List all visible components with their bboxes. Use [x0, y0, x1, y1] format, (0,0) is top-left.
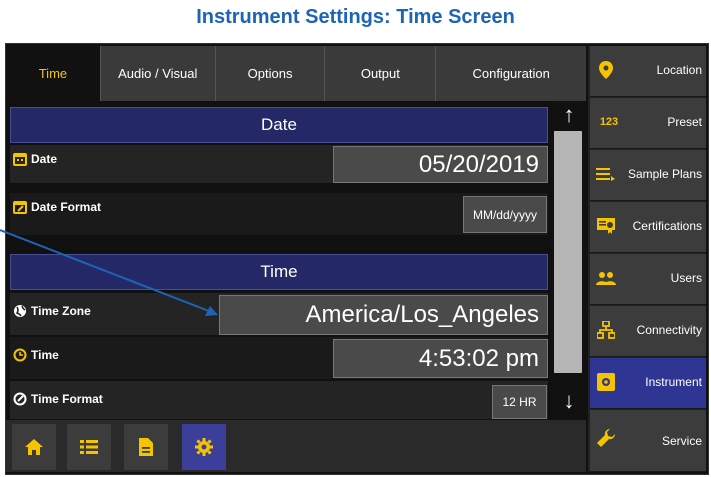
time-zone-label: Time Zone — [31, 304, 91, 318]
time-zone-field[interactable]: America/Los_Angeles — [219, 295, 548, 335]
side-item-certifications[interactable]: Certifications — [590, 202, 706, 253]
date-section-header: Date — [10, 107, 548, 143]
side-item-label: Instrument — [645, 375, 702, 389]
side-item-label: Users — [670, 271, 702, 285]
side-item-label: Certifications — [632, 219, 702, 233]
tab-configuration[interactable]: Configuration — [436, 46, 586, 101]
users-icon — [596, 268, 616, 288]
time-format-field[interactable]: 12 HR — [492, 385, 547, 419]
side-item-preset[interactable]: 123 Preset — [590, 98, 706, 149]
tab-options[interactable]: Options — [215, 46, 326, 101]
scroll-down-arrow-icon[interactable]: ↓ — [556, 388, 582, 414]
globe-icon — [12, 303, 28, 319]
time-label: Time — [31, 348, 59, 362]
side-item-connectivity[interactable]: Connectivity — [590, 306, 706, 357]
date-format-field[interactable]: MM/dd/yyyy — [463, 196, 547, 233]
side-item-instrument[interactable]: Instrument — [590, 358, 706, 409]
settings-button[interactable] — [182, 424, 226, 470]
scroll-up-arrow-icon[interactable]: ↑ — [556, 102, 582, 128]
list-icon — [80, 440, 98, 454]
time-format-row: Time Format — [10, 381, 548, 419]
side-item-label: Location — [656, 63, 702, 77]
location-pin-icon — [596, 60, 616, 80]
document-icon — [139, 438, 153, 456]
document-button[interactable] — [124, 424, 168, 470]
wrench-icon — [596, 428, 616, 448]
side-item-label: Sample Plans — [627, 167, 702, 181]
page-title: Instrument Settings: Time Screen — [196, 6, 515, 28]
certificate-icon — [596, 216, 616, 236]
side-item-label: Service — [661, 434, 702, 448]
date-format-label: Date Format — [31, 200, 102, 214]
date-field[interactable]: 05/20/2019 — [333, 146, 548, 183]
instrument-gear-icon — [596, 372, 616, 392]
list-arrow-icon — [596, 164, 616, 184]
side-item-users[interactable]: Users — [590, 254, 706, 305]
side-item-label: Preset — [667, 115, 702, 129]
list-button[interactable] — [67, 424, 111, 470]
side-item-label: Connectivity — [636, 323, 702, 337]
date-label: Date — [31, 152, 58, 166]
network-icon — [596, 320, 616, 340]
gear-icon — [195, 438, 213, 456]
clock-icon — [12, 347, 28, 363]
time-format-label: Time Format — [31, 392, 103, 406]
tab-output[interactable]: Output — [325, 46, 437, 101]
tab-audio-visual[interactable]: Audio / Visual — [100, 46, 216, 101]
side-item-service[interactable]: Service — [590, 410, 706, 472]
side-item-location[interactable]: Location — [590, 46, 706, 97]
home-button[interactable] — [12, 424, 56, 470]
scroll-thumb[interactable] — [554, 131, 582, 373]
clock-edit-icon — [12, 391, 28, 407]
home-icon — [25, 439, 43, 455]
time-section-header: Time — [10, 254, 548, 290]
time-field[interactable]: 4:53:02 pm — [333, 339, 548, 378]
calendar-edit-icon — [12, 199, 28, 215]
calendar-icon — [12, 151, 28, 167]
side-item-sample-plans[interactable]: Sample Plans — [590, 150, 706, 201]
numbers-123-icon: 123 — [599, 116, 619, 128]
tab-bar: Time Audio / Visual Options Output Confi… — [6, 46, 586, 101]
tab-time[interactable]: Time — [6, 46, 101, 101]
